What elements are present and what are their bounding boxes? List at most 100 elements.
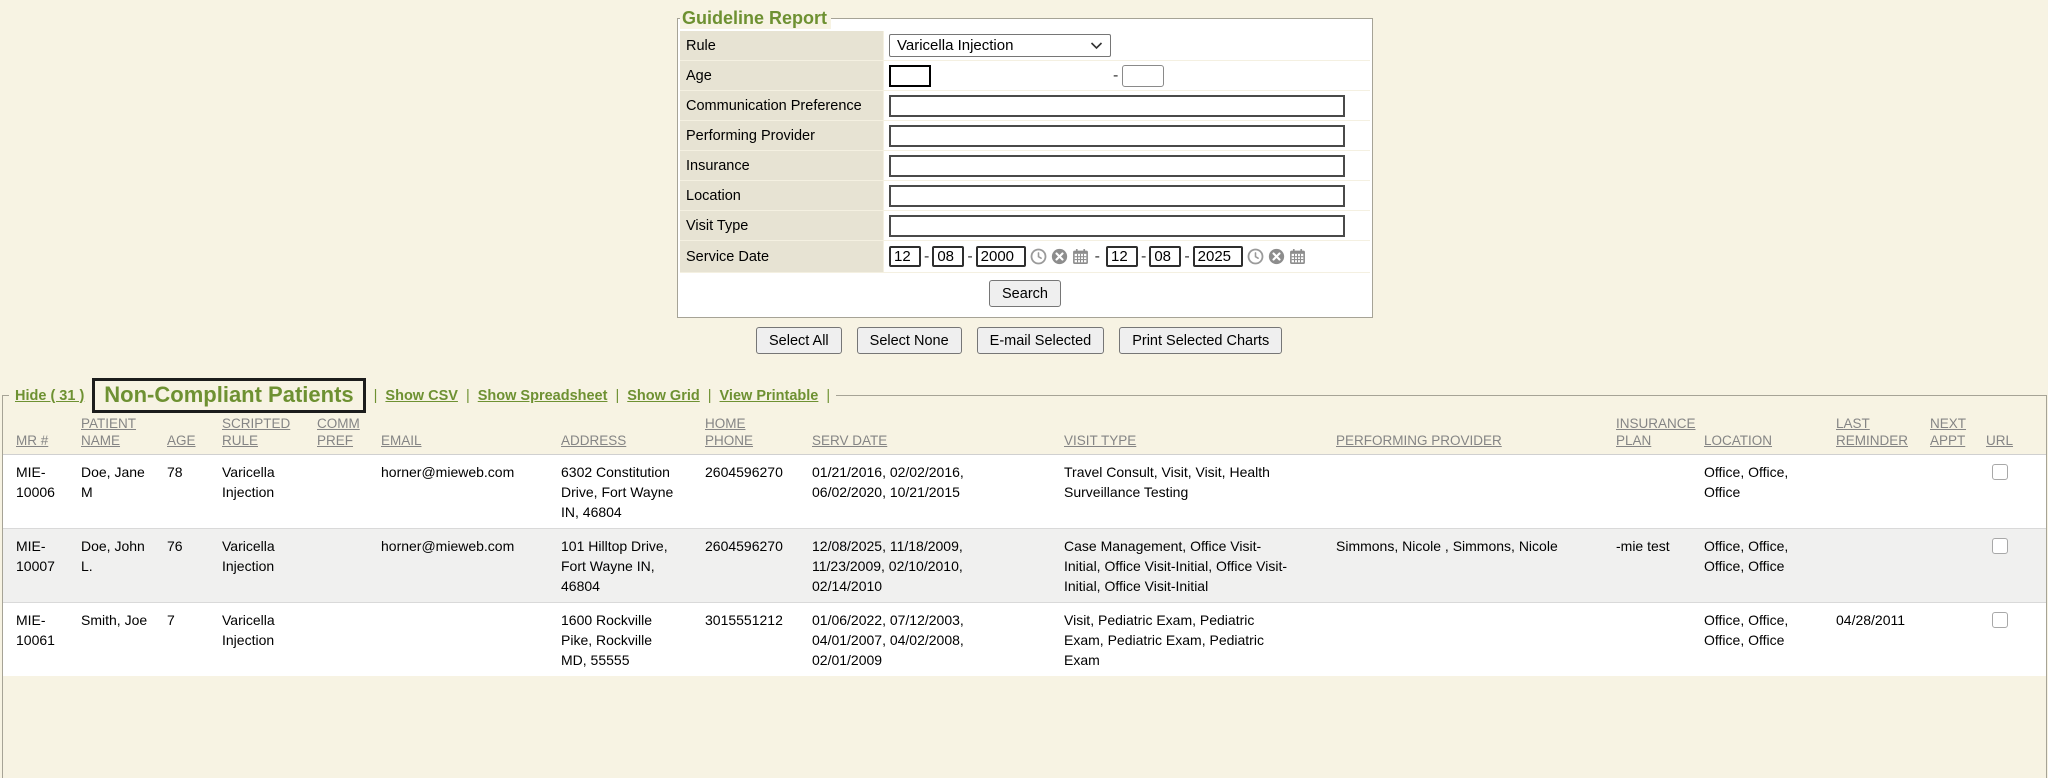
select-none-button[interactable]: Select None	[857, 327, 962, 354]
date-separator: -	[967, 248, 972, 266]
col-header-mr[interactable]: MR #	[3, 415, 81, 455]
cell-provider	[1336, 603, 1616, 677]
view-printable-link[interactable]: View Printable	[720, 388, 819, 404]
cell-mr: MIE-10061	[3, 603, 81, 677]
search-button[interactable]: Search	[989, 280, 1061, 307]
performing-provider-input[interactable]	[889, 125, 1345, 147]
visit-type-row: Visit Type	[680, 211, 1370, 241]
service-date-from-day[interactable]	[932, 246, 964, 267]
cell-insurance	[1616, 603, 1704, 677]
rule-select-value: Varicella Injection	[897, 37, 1013, 54]
cell-last: 04/28/2011	[1836, 603, 1930, 677]
service-date-from-year[interactable]	[976, 246, 1026, 267]
link-separator: |	[374, 388, 378, 404]
communication-preference-label: Communication Preference	[680, 91, 884, 120]
patients-table: MR #PATIENTNAMEAGESCRIPTEDRULECOMMPREFEM…	[3, 415, 2046, 676]
col-header-url[interactable]: URL	[1986, 415, 2046, 455]
clock-icon[interactable]	[1247, 248, 1264, 265]
cell-address: 1600 Rockville Pike, Rockville MD, 55555	[561, 603, 705, 677]
cell-comm	[317, 603, 381, 677]
link-separator: |	[615, 388, 619, 404]
cell-email: horner@mieweb.com	[381, 529, 561, 603]
link-separator: |	[708, 388, 712, 404]
clock-icon[interactable]	[1030, 248, 1047, 265]
show-spreadsheet-link[interactable]: Show Spreadsheet	[478, 388, 608, 404]
cell-rule: Varicella Injection	[222, 455, 317, 529]
col-header-rule[interactable]: SCRIPTEDRULE	[222, 415, 317, 455]
hide-link[interactable]: Hide ( 31 )	[15, 388, 84, 404]
url-checkbox[interactable]	[1992, 538, 2008, 554]
col-header-name[interactable]: PATIENTNAME	[81, 415, 167, 455]
col-header-age[interactable]: AGE	[167, 415, 222, 455]
report-title: Non-Compliant Patients	[92, 378, 365, 413]
url-checkbox[interactable]	[1992, 612, 2008, 628]
cell-location: Office, Office, Office	[1704, 455, 1836, 529]
cell-name: Doe, Jane M	[81, 455, 167, 529]
select-all-button[interactable]: Select All	[756, 327, 842, 354]
service-date-to-day[interactable]	[1149, 246, 1181, 267]
url-checkbox[interactable]	[1992, 464, 2008, 480]
communication-preference-input[interactable]	[889, 95, 1345, 117]
cell-next	[1930, 529, 1986, 603]
location-label: Location	[680, 181, 884, 210]
service-date-from-month[interactable]	[889, 246, 921, 267]
cell-serv: 01/06/2022, 07/12/2003, 04/01/2007, 04/0…	[812, 603, 1064, 677]
email-selected-button[interactable]: E-mail Selected	[977, 327, 1105, 354]
report-header: Hide ( 31 ) Non-Compliant Patients | Sho…	[9, 378, 836, 413]
col-header-provider[interactable]: PERFORMING PROVIDER	[1336, 415, 1616, 455]
cell-visit: Case Management, Office Visit-Initial, O…	[1064, 529, 1336, 603]
service-date-row: Service Date - - - - -	[680, 241, 1370, 273]
service-date-range-dash: -	[1095, 248, 1100, 266]
search-row: Search	[680, 273, 1370, 317]
cell-age: 78	[167, 455, 222, 529]
patient-row: MIE-10061Smith, Joe7Varicella Injection1…	[3, 603, 2046, 677]
age-to-input[interactable]	[1122, 65, 1164, 87]
col-header-insurance[interactable]: INSURANCEPLAN	[1616, 415, 1704, 455]
col-header-visit[interactable]: VISIT TYPE	[1064, 415, 1336, 455]
rule-select[interactable]: Varicella Injection	[889, 34, 1111, 57]
col-header-email[interactable]: EMAIL	[381, 415, 561, 455]
cell-mr: MIE-10006	[3, 455, 81, 529]
col-header-comm[interactable]: COMMPREF	[317, 415, 381, 455]
age-row: Age -	[680, 61, 1370, 91]
calendar-icon[interactable]	[1072, 248, 1089, 265]
print-selected-charts-button[interactable]: Print Selected Charts	[1119, 327, 1282, 354]
col-header-phone[interactable]: HOMEPHONE	[705, 415, 812, 455]
location-input[interactable]	[889, 185, 1345, 207]
col-header-location[interactable]: LOCATION	[1704, 415, 1836, 455]
cell-phone: 2604596270	[705, 529, 812, 603]
cell-email	[381, 603, 561, 677]
form-legend: Guideline Report	[680, 8, 831, 29]
insurance-input[interactable]	[889, 155, 1345, 177]
col-header-address[interactable]: ADDRESS	[561, 415, 705, 455]
show-csv-link[interactable]: Show CSV	[385, 388, 458, 404]
cell-comm	[317, 455, 381, 529]
cell-provider: Simmons, Nicole , Simmons, Nicole	[1336, 529, 1616, 603]
service-date-to-year[interactable]	[1193, 246, 1243, 267]
cell-url	[1986, 603, 2046, 677]
cell-mr: MIE-10007	[3, 529, 81, 603]
location-row: Location	[680, 181, 1370, 211]
age-range-dash: -	[1113, 67, 1118, 85]
link-separator: |	[466, 388, 470, 404]
show-grid-link[interactable]: Show Grid	[627, 388, 700, 404]
cell-url	[1986, 455, 2046, 529]
col-header-next[interactable]: NEXTAPPT	[1930, 415, 1986, 455]
service-date-to-month[interactable]	[1106, 246, 1138, 267]
cell-visit: Travel Consult, Visit, Visit, Health Sur…	[1064, 455, 1336, 529]
date-separator: -	[1184, 248, 1189, 266]
clear-icon[interactable]	[1268, 248, 1285, 265]
calendar-icon[interactable]	[1289, 248, 1306, 265]
cell-location: Office, Office, Office, Office	[1704, 529, 1836, 603]
cell-serv: 01/21/2016, 02/02/2016, 06/02/2020, 10/2…	[812, 455, 1064, 529]
clear-icon[interactable]	[1051, 248, 1068, 265]
cell-url	[1986, 529, 2046, 603]
cell-age: 7	[167, 603, 222, 677]
col-header-last[interactable]: LASTREMINDER	[1836, 415, 1930, 455]
age-from-input[interactable]	[889, 65, 931, 87]
cell-rule: Varicella Injection	[222, 603, 317, 677]
visit-type-input[interactable]	[889, 215, 1345, 237]
patient-row: MIE-10006Doe, Jane M78Varicella Injectio…	[3, 455, 2046, 529]
rule-label: Rule	[680, 31, 884, 60]
col-header-serv[interactable]: SERV DATE	[812, 415, 1064, 455]
